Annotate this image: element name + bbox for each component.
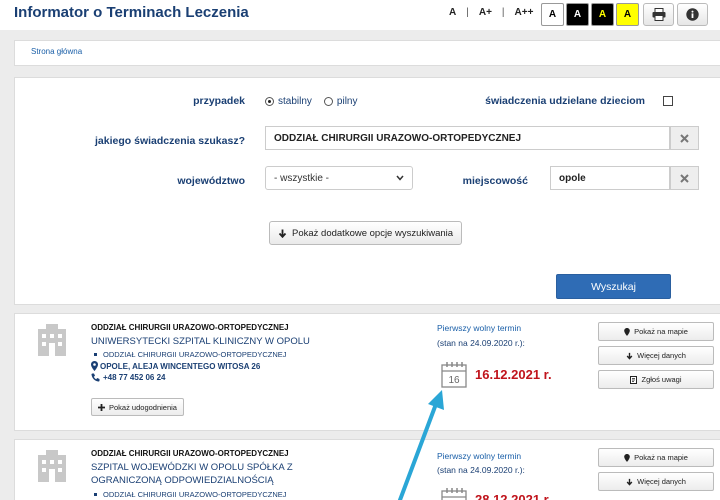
report-issue-button[interactable]: Zgłoś uwagi (598, 370, 714, 389)
result-card: ODDZIAŁ CHIRURGII URAZOWO-ORTOPEDYCZNEJ … (14, 313, 720, 431)
more-data-label: Więcej danych (637, 351, 686, 360)
children-services-label: świadczenia udzielane dzieciom (485, 95, 645, 107)
separator: | (501, 7, 505, 18)
arrow-down-icon (626, 352, 633, 360)
calendar-day: 16 (448, 375, 460, 386)
term-state-date: (stan na 24.09.2020 r.): (437, 338, 525, 348)
case-stable-label[interactable]: stabilny (278, 96, 312, 107)
case-radio-group: stabilny pilny (265, 96, 357, 107)
search-panel: przypadek stabilny pilny świadczenia udz… (14, 77, 720, 305)
map-marker-icon (91, 361, 98, 371)
city-label: miejscowość (462, 175, 528, 187)
result-unit: ODDZIAŁ CHIRURGII URAZOWO-ORTOPEDYCZNEJ (91, 350, 286, 359)
map-marker-icon (624, 453, 630, 462)
case-urgent-radio[interactable] (323, 97, 333, 106)
more-data-label: Więcej danych (637, 477, 686, 486)
result-provider-link[interactable]: UNIWERSYTECKI SZPITAL KLINICZNY W OPOLU (91, 335, 351, 348)
contrast-black-on-yellow-button[interactable]: A (616, 3, 639, 26)
result-unit: ODDZIAŁ CHIRURGII URAZOWO-ORTOPEDYCZNEJ (91, 490, 286, 499)
app-title: Informator o Terminach Leczenia (14, 4, 249, 21)
hospital-building-icon (38, 324, 66, 356)
case-label: przypadek (193, 95, 245, 107)
arrow-down-icon (626, 478, 633, 486)
hospital-building-icon (38, 450, 66, 482)
printer-icon (652, 8, 665, 21)
bullet-icon (94, 353, 97, 356)
contrast-white-on-black-button[interactable]: A (566, 3, 589, 26)
case-stable-radio[interactable] (265, 97, 274, 106)
case-urgent-label[interactable]: pilny (337, 96, 358, 107)
map-marker-icon (624, 327, 630, 336)
result-address[interactable]: OPOLE, ALEJA WINCENTEGO WITOSA 26 (91, 361, 260, 371)
first-free-term-label: Pierwszy wolny termin (437, 323, 522, 333)
city-input[interactable]: opole (550, 166, 670, 190)
close-icon (680, 173, 689, 183)
search-button[interactable]: Wyszukaj (556, 274, 671, 299)
close-icon (680, 133, 689, 143)
city-clear-button[interactable] (670, 166, 699, 190)
service-label: jakiego świadczenia szukasz? (95, 135, 245, 147)
children-services-checkbox[interactable] (663, 96, 673, 106)
result-provider-link[interactable]: SZPITAL WOJEWÓDZKI W OPOLU SPÓŁKA Z OGRA… (91, 461, 351, 487)
first-free-term-date: 28.12.2021 r. (475, 492, 552, 500)
first-free-term-label: Pierwszy wolny termin (437, 451, 522, 461)
result-card: ODDZIAŁ CHIRURGII URAZOWO-ORTOPEDYCZNEJ … (14, 439, 720, 500)
info-button[interactable] (677, 3, 708, 26)
header: Informator o Terminach Leczenia A | A+ |… (0, 0, 720, 30)
province-label: województwo (177, 175, 245, 187)
show-on-map-button[interactable]: Pokaż na mapie (598, 448, 714, 467)
bullet-icon (94, 493, 97, 496)
result-address-text: OPOLE, ALEJA WINCENTEGO WITOSA 26 (100, 361, 261, 371)
province-select[interactable]: - wszystkie - (265, 166, 413, 190)
show-facilities-label: Pokaż udogodnienia (109, 402, 177, 412)
result-phone-number: +48 77 452 06 24 (103, 373, 166, 382)
result-title: ODDZIAŁ CHIRURGII URAZOWO-ORTOPEDYCZNEJ (91, 449, 289, 458)
more-search-options-button[interactable]: Pokaż dodatkowe opcje wyszukiwania (269, 221, 463, 245)
show-facilities-button[interactable]: Pokaż udogodnienia (91, 398, 184, 416)
font-size-xlarge[interactable]: A++ (510, 7, 539, 18)
contrast-yellow-on-black-button[interactable]: A (591, 3, 614, 26)
more-data-button[interactable]: Więcej danych (598, 472, 714, 491)
contrast-default-button[interactable]: A (541, 3, 564, 26)
report-issue-label: Zgłoś uwagi (641, 375, 682, 384)
plus-icon (98, 403, 105, 411)
service-clear-button[interactable] (670, 126, 699, 150)
result-unit-label: ODDZIAŁ CHIRURGII URAZOWO-ORTOPEDYCZNEJ (103, 490, 287, 499)
font-size-large[interactable]: A+ (474, 7, 497, 18)
service-input[interactable]: ODDZIAŁ CHIRURGII URAZOWO-ORTOPEDYCZNEJ (265, 126, 670, 150)
breadcrumb-home-link[interactable]: Strona główna (31, 47, 82, 56)
separator: | (466, 7, 469, 18)
arrow-down-icon (278, 229, 287, 238)
info-icon (686, 8, 699, 21)
term-state-date: (stan na 24.09.2020 r.): (437, 465, 525, 475)
result-title: ODDZIAŁ CHIRURGII URAZOWO-ORTOPEDYCZNEJ (91, 323, 289, 332)
more-data-button[interactable]: Więcej danych (598, 346, 714, 365)
more-search-options-label: Pokaż dodatkowe opcje wyszukiwania (292, 227, 454, 239)
calendar-icon: 16 (441, 362, 467, 388)
show-on-map-label: Pokaż na mapie (634, 453, 688, 462)
breadcrumb: Strona główna (14, 40, 720, 66)
result-unit-label: ODDZIAŁ CHIRURGII URAZOWO-ORTOPEDYCZNEJ (103, 350, 287, 359)
show-on-map-label: Pokaż na mapie (634, 327, 688, 336)
phone-icon (91, 373, 100, 382)
report-icon (630, 375, 638, 384)
first-free-term-date: 16.12.2021 r. (475, 367, 552, 382)
result-phone[interactable]: +48 77 452 06 24 (91, 373, 166, 382)
print-button[interactable] (643, 3, 674, 26)
show-on-map-button[interactable]: Pokaż na mapie (598, 322, 714, 341)
font-size-normal[interactable]: A (444, 7, 461, 18)
calendar-icon (441, 488, 467, 500)
font-size-switcher: A | A+ | A++ (444, 7, 538, 18)
chevron-down-icon (396, 175, 404, 181)
province-select-value: - wszystkie - (274, 172, 329, 184)
